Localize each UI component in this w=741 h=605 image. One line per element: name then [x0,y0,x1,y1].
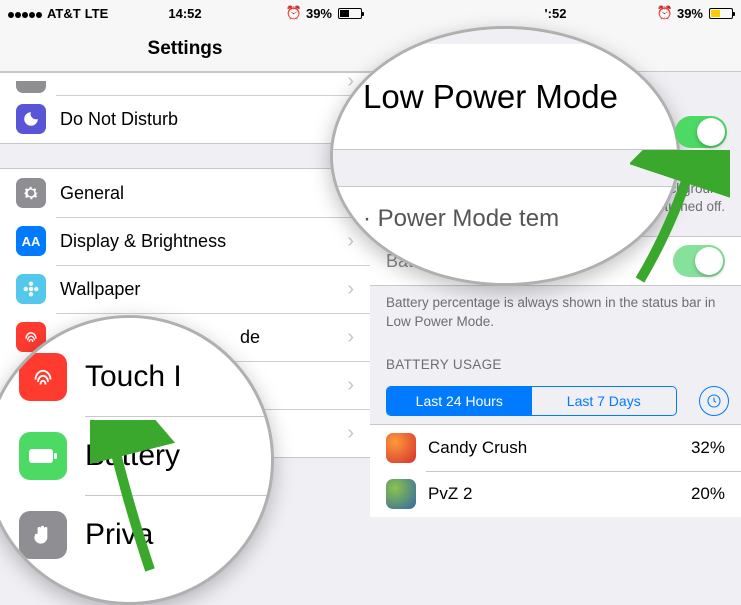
app-pct: 20% [691,484,725,504]
aa-icon: AA [16,226,46,256]
cell-label: Wallpaper [60,279,341,300]
battery-row-icon [19,432,67,480]
cell-control-center-partial[interactable]: › [0,73,370,95]
slider-icon [16,81,46,93]
moon-icon [16,104,46,134]
carrier-label: AT&T [47,6,81,21]
usage-row[interactable]: PvZ 2 20% [370,471,741,517]
flower-icon [16,274,46,304]
gear-icon [16,178,46,208]
chevron-right-icon: › [347,326,354,349]
arrow-pointer-icon [630,150,730,290]
app-name: PvZ 2 [428,484,691,504]
zoom-label: Touch I [85,360,182,394]
signal-dots-icon [8,6,43,21]
chevron-right-icon: › [347,374,354,397]
magnifier-low-power: Low Power Mode · Power Mode tem [330,26,680,286]
usage-segmented[interactable]: Last 24 Hours Last 7 Days [386,386,677,416]
status-bar: AT&T LTE 14:52 ⏰ 39% [0,0,370,26]
low-power-toggle[interactable] [675,116,727,148]
page-title: Settings [148,38,223,60]
cell-label: Display & Brightness [60,231,341,252]
battery-pct-label: 39% [677,6,703,21]
app-icon-pvz2 [386,479,416,509]
alarm-icon: ⏰ [286,5,302,21]
nav-bar: Settings [0,26,370,72]
battery-pct-desc: Battery percentage is always shown in th… [370,286,741,338]
status-bar-2: ':52 ⏰ 39% [370,0,741,26]
app-pct: 32% [691,438,725,458]
chevron-right-icon: › [347,422,354,445]
cell-wallpaper[interactable]: Wallpaper › [0,265,370,313]
chevron-right-icon: › [347,230,354,253]
cell-display-brightness[interactable]: AA Display & Brightness › [0,217,370,265]
app-name: Candy Crush [428,438,691,458]
seg-7d[interactable]: Last 7 Days [532,387,677,415]
clock-button[interactable] [699,386,729,416]
cell-label: General [60,183,341,204]
battery-pct-label: 39% [306,6,332,21]
seg-24h[interactable]: Last 24 Hours [387,387,532,415]
usage-row[interactable]: Candy Crush 32% [370,425,741,471]
chevron-right-icon: › [347,278,354,301]
cell-do-not-disturb[interactable]: Do Not Disturb › [0,95,370,143]
low-power-toggle-wrap [675,116,727,148]
touchid-icon [19,353,67,401]
zoom-label: Low Power Mode [363,78,618,116]
hand-icon [19,511,67,559]
battery-icon-yellow [709,8,733,19]
alarm-icon: ⏰ [657,5,673,21]
usage-header: BATTERY USAGE [370,339,741,378]
app-icon-candy-crush [386,433,416,463]
battery-icon [338,8,362,19]
arrow-pointer-icon [90,420,180,580]
cell-label: Do Not Disturb [60,109,341,130]
network-label: LTE [85,6,109,21]
cell-general[interactable]: General › [0,169,370,217]
